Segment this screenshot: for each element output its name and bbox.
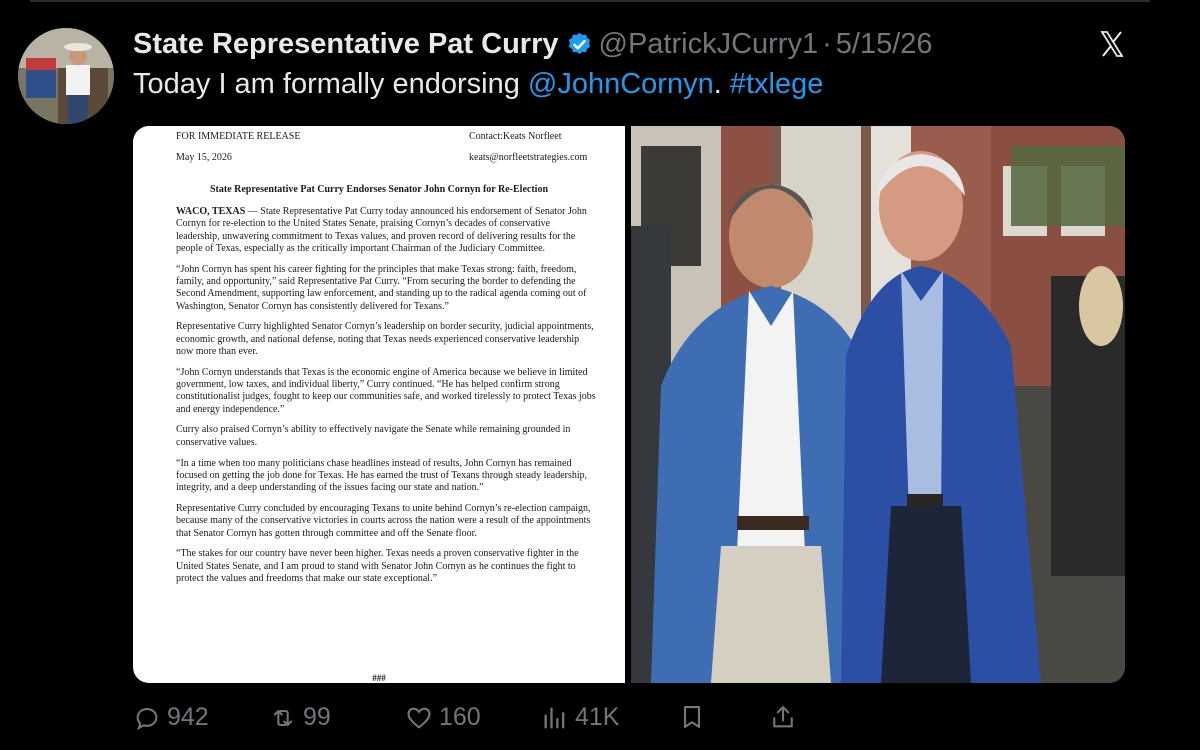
close-icon[interactable] bbox=[1096, 28, 1128, 60]
hashtag-link[interactable]: #txlege bbox=[730, 68, 824, 100]
repost-button[interactable]: 99 bbox=[269, 703, 331, 732]
release-paragraph: “In a time when too many politicians cha… bbox=[176, 457, 588, 494]
release-paragraph: WACO, TEXAS — State Representative Pat C… bbox=[176, 206, 596, 255]
tweet-text: Today I am formally endorsing @JohnCorny… bbox=[133, 68, 823, 101]
author-avatar[interactable] bbox=[18, 28, 114, 124]
views-count: 41K bbox=[575, 703, 620, 731]
release-body: WACO, TEXAS — State Representative Pat C… bbox=[176, 206, 596, 594]
tweet-text-before: Today I am formally endorsing bbox=[133, 68, 528, 100]
release-paragraph: Curry also praised Cornyn’s ability to e… bbox=[176, 424, 571, 448]
top-divider bbox=[30, 0, 1150, 2]
dateline: WACO, TEXAS bbox=[176, 206, 246, 217]
separator-dot: · bbox=[822, 27, 832, 60]
author-name[interactable]: State Representative Pat Curry bbox=[133, 28, 559, 61]
repost-count: 99 bbox=[303, 703, 331, 731]
release-paragraph: Representative Curry concluded by encour… bbox=[176, 502, 591, 539]
tweet-text-middle: . bbox=[713, 68, 730, 100]
contact-email: keats@norfleetstrategies.com bbox=[469, 152, 588, 163]
tweet-date[interactable]: 5/15/26 bbox=[836, 28, 933, 61]
like-icon bbox=[407, 707, 431, 729]
release-line: FOR IMMEDIATE RELEASE bbox=[176, 131, 301, 142]
release-paragraph: “John Cornyn has spent his career fighti… bbox=[176, 263, 587, 312]
like-count: 160 bbox=[439, 703, 481, 731]
views-button[interactable]: 41K bbox=[541, 703, 619, 732]
release-paragraph: “John Cornyn understands that Texas is t… bbox=[176, 366, 596, 415]
tweet-actions: 942 99 160 41K bbox=[133, 703, 833, 737]
reply-icon bbox=[136, 707, 158, 730]
event-photo[interactable] bbox=[631, 126, 1125, 683]
mention-link[interactable]: @JohnCornyn bbox=[528, 68, 714, 100]
press-release-image[interactable]: FOR IMMEDIATE RELEASE Contact:Keats Norf… bbox=[133, 126, 625, 683]
bookmark-button[interactable] bbox=[678, 703, 712, 731]
reply-count: 942 bbox=[167, 703, 209, 731]
share-button[interactable] bbox=[769, 703, 803, 731]
tweet-header: State Representative Pat Curry @PatrickJ… bbox=[133, 24, 933, 64]
repost-icon bbox=[273, 709, 293, 726]
reply-button[interactable]: 942 bbox=[133, 703, 209, 732]
bookmark-icon bbox=[683, 706, 701, 728]
end-mark: ### bbox=[372, 673, 386, 683]
release-headline: State Representative Pat Curry Endorses … bbox=[209, 184, 549, 195]
release-paragraph: “The stakes for our country have never b… bbox=[176, 548, 579, 584]
tweet-media[interactable]: FOR IMMEDIATE RELEASE Contact:Keats Norf… bbox=[133, 126, 1125, 683]
like-button[interactable]: 160 bbox=[405, 703, 481, 732]
contact-line: Contact:Keats Norfleet bbox=[469, 131, 562, 142]
verified-badge-icon bbox=[566, 31, 593, 58]
release-date: May 15, 2026 bbox=[176, 152, 232, 163]
author-handle[interactable]: @PatrickJCurry1 bbox=[599, 28, 819, 61]
views-icon bbox=[544, 707, 565, 728]
share-icon bbox=[773, 706, 793, 728]
release-paragraph: Representative Curry highlighted Senator… bbox=[176, 321, 594, 357]
